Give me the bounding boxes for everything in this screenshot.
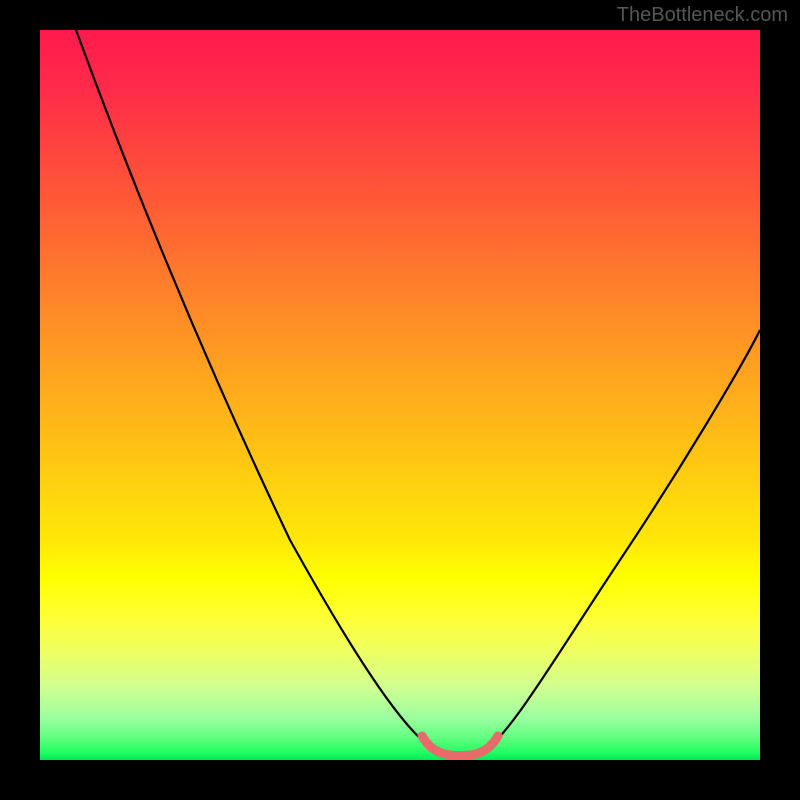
chart-svg <box>40 30 760 760</box>
watermark-text: TheBottleneck.com <box>617 4 788 27</box>
chart-plot-area <box>40 30 760 760</box>
bottleneck-curve-line <box>76 30 760 755</box>
optimal-zone-marker <box>422 736 498 756</box>
